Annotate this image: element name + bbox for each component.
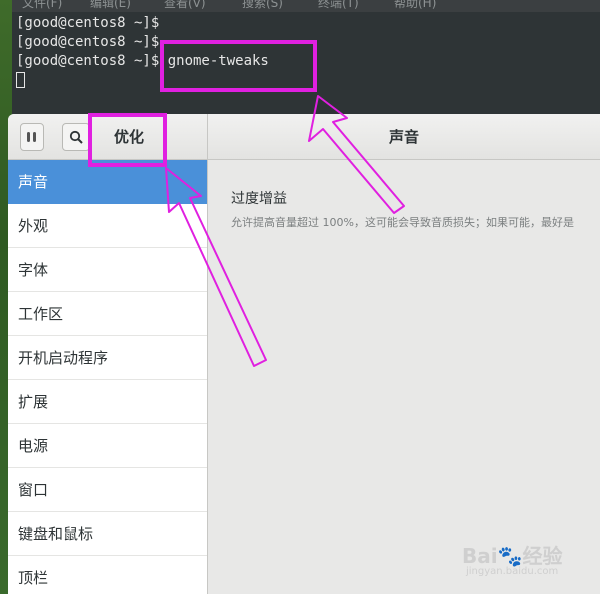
sidebar: 声音 外观 字体 工作区 开机启动程序 扩展 电源 窗口 键盘和鼠标 顶栏	[8, 160, 208, 594]
over-amplification-label: 过度增益	[231, 191, 287, 207]
menu-help[interactable]: 帮助(H)	[394, 0, 436, 11]
tweaks-menu-button[interactable]	[20, 123, 44, 151]
sidebar-item-extensions[interactable]: 扩展	[8, 380, 207, 424]
menu-file[interactable]: 文件(F)	[22, 0, 62, 11]
tweaks-window: 优化 声音 声音 外观 字体 工作区 开机启动程序 扩展 电源 窗口 键盘和鼠标…	[8, 114, 600, 594]
tweaks-icon	[27, 132, 36, 142]
menu-search[interactable]: 搜索(S)	[242, 0, 283, 11]
sidebar-item-power[interactable]: 电源	[8, 424, 207, 468]
panel-title: 声音	[388, 128, 419, 146]
terminal-line: [good@centos8 ~]$	[16, 15, 160, 31]
sidebar-item-fonts[interactable]: 字体	[8, 248, 207, 292]
sidebar-item-workspaces[interactable]: 工作区	[8, 292, 207, 336]
search-icon	[69, 130, 83, 144]
menu-view[interactable]: 查看(V)	[164, 0, 206, 11]
menu-edit[interactable]: 编辑(E)	[90, 0, 131, 11]
command-highlight-box	[160, 40, 317, 92]
sidebar-item-appearance[interactable]: 外观	[8, 204, 207, 248]
title-highlight-box	[88, 113, 167, 167]
watermark-brand: Bai🐾经验	[462, 544, 563, 568]
over-amplification-description: 允许提高音量超过 100%，这可能会导致音质损失；如果可能，最好是	[231, 216, 574, 229]
watermark-url: jingyan.baidu.com	[466, 566, 559, 577]
sidebar-item-keyboard-mouse[interactable]: 键盘和鼠标	[8, 512, 207, 556]
baidu-watermark: Bai🐾经验 jingyan.baidu.com	[462, 528, 594, 580]
paw-icon: 🐾	[497, 544, 523, 568]
terminal-cursor	[16, 72, 25, 88]
terminal-menubar: 文件(F) 编辑(E) 查看(V) 搜索(S) 终端(T) 帮助(H)	[12, 0, 600, 12]
search-button[interactable]	[62, 123, 90, 151]
sidebar-item-windows[interactable]: 窗口	[8, 468, 207, 512]
menu-terminal[interactable]: 终端(T)	[318, 0, 359, 11]
sidebar-item-startup-apps[interactable]: 开机启动程序	[8, 336, 207, 380]
sidebar-item-top-bar[interactable]: 顶栏	[8, 556, 207, 594]
